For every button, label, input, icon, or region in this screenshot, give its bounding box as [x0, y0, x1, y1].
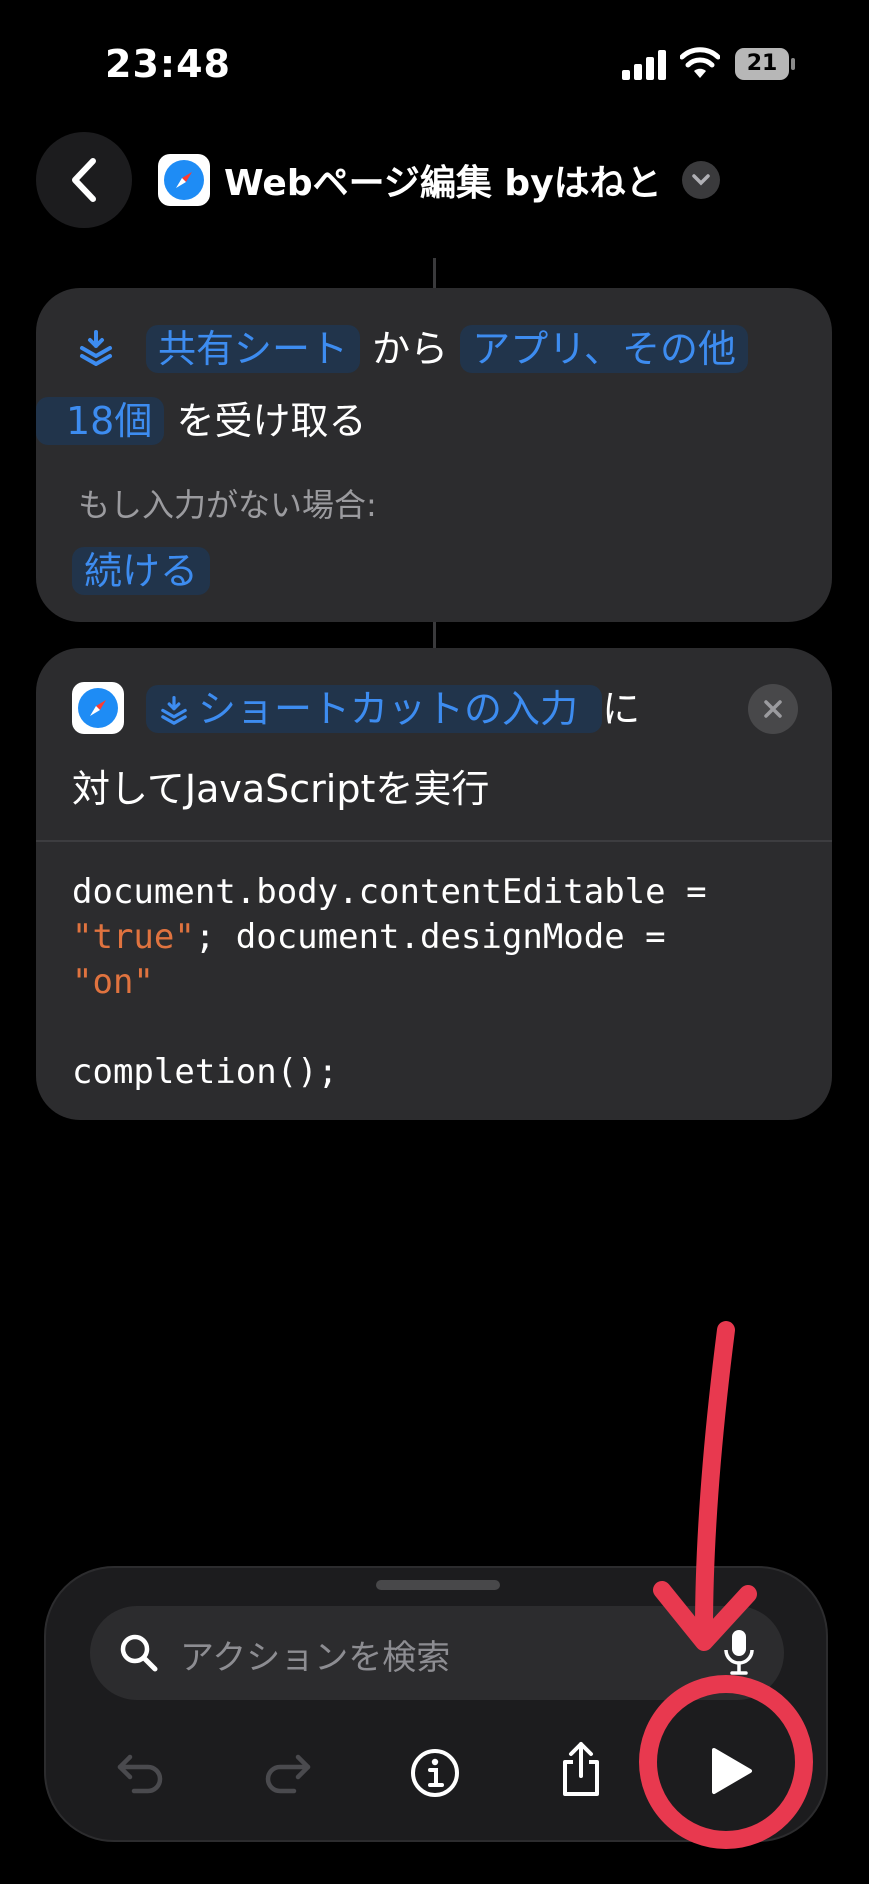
cellular-signal-icon: [622, 50, 666, 80]
shortcut-title-menu[interactable]: Webページ編集 byはねと: [158, 152, 720, 208]
panel-grabber[interactable]: [376, 1580, 500, 1590]
no-input-value-token[interactable]: 続ける: [72, 547, 211, 595]
play-icon: [712, 1748, 752, 1794]
share-sheet-icon: [161, 696, 187, 725]
shortcut-input-label: ショートカットの入力: [198, 687, 579, 731]
shortcut-title: Webページ編集 byはねと: [224, 163, 662, 204]
run-js-label: 対してJavaScriptを実行: [72, 767, 490, 811]
shortcut-input-token[interactable]: ショートカットの入力: [146, 685, 603, 733]
wifi-icon: [680, 47, 720, 78]
flow-connector: [433, 622, 436, 648]
receive-label: を受け取る: [176, 399, 367, 443]
flow-connector: [433, 258, 436, 288]
safari-icon: [72, 682, 124, 734]
run-shortcut-button[interactable]: [696, 1736, 766, 1806]
status-time: 23:48: [105, 42, 231, 86]
close-icon: [764, 700, 782, 718]
battery-indicator: 21: [735, 48, 795, 80]
from-label: から: [372, 327, 449, 371]
input-count-token[interactable]: 18個: [36, 397, 165, 445]
receive-input-action[interactable]: 共有シート から アプリ、その他 18個 を受け取る もし入力がない場合: 続け…: [36, 288, 832, 622]
share-sheet-token[interactable]: 共有シート: [146, 325, 361, 373]
info-icon: [411, 1749, 459, 1797]
undo-button[interactable]: [106, 1738, 176, 1808]
share-sheet-icon: [80, 330, 112, 366]
code-line-2: ; document.designMode =: [194, 917, 666, 957]
safari-icon: [158, 154, 210, 206]
redo-icon: [265, 1754, 311, 1794]
action-bottom-panel: アクションを検索: [44, 1566, 828, 1842]
search-placeholder: アクションを検索: [180, 1638, 451, 1678]
undo-icon: [117, 1754, 163, 1794]
share-icon: [563, 1742, 599, 1796]
input-types-token[interactable]: アプリ、その他: [460, 325, 748, 373]
javascript-editor[interactable]: document.body.contentEditable = "true"; …: [72, 870, 707, 1095]
info-button[interactable]: [400, 1738, 470, 1808]
share-button[interactable]: [546, 1734, 616, 1804]
ni-label: に: [602, 687, 641, 731]
no-input-label: もし入力がない場合:: [78, 486, 377, 524]
chevron-left-icon: [72, 158, 96, 202]
remove-action-button[interactable]: [748, 684, 798, 734]
redo-button[interactable]: [252, 1738, 322, 1808]
code-line-1: document.body.contentEditable =: [72, 872, 707, 912]
code-line-5: completion();: [72, 1052, 339, 1092]
back-button[interactable]: [36, 132, 132, 228]
search-icon: [120, 1634, 158, 1672]
divider: [36, 840, 832, 842]
battery-level: 21: [746, 51, 778, 76]
search-input[interactable]: アクションを検索: [90, 1606, 784, 1700]
run-javascript-action[interactable]: ショートカットの入力 に 対してJavaScriptを実行 document.b…: [36, 648, 832, 1120]
chevron-down-icon[interactable]: [681, 161, 720, 199]
code-string-true: "true": [72, 917, 195, 957]
code-string-on: "on": [72, 962, 154, 1002]
mic-icon[interactable]: [722, 1628, 756, 1678]
